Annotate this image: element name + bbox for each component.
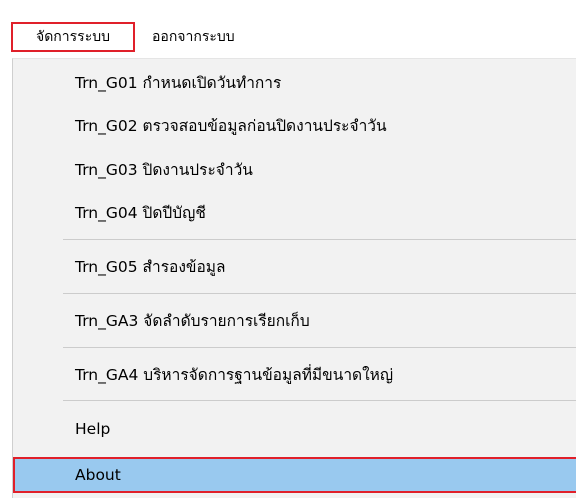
menu-item-help[interactable]: Help <box>13 411 576 447</box>
menu-item-trn-g05[interactable]: Trn_G05 สำรองข้อมูล <box>13 249 576 285</box>
menu-system-management[interactable]: จัดการระบบ <box>11 22 135 52</box>
menu-separator <box>63 400 576 401</box>
menu-separator <box>63 293 576 294</box>
menu-item-about[interactable]: About <box>13 457 576 493</box>
menu-bar: จัดการระบบ ออกจากระบบ <box>0 0 576 58</box>
menu-separator <box>63 239 576 240</box>
menu-item-trn-g02[interactable]: Trn_G02 ตรวจสอบข้อมูลก่อนปิดงานประจำวัน <box>13 108 576 144</box>
menu-item-trn-ga4[interactable]: Trn_GA4 บริหารจัดการฐานข้อมูลที่มีขนาดให… <box>13 357 576 393</box>
menu-item-trn-g01[interactable]: Trn_G01 กำหนดเปิดวันทำการ <box>13 65 576 101</box>
menu-item-trn-g04[interactable]: Trn_G04 ปิดปีบัญชี <box>13 195 576 231</box>
system-management-dropdown: Trn_G01 กำหนดเปิดวันทำการ Trn_G02 ตรวจสอ… <box>12 58 576 498</box>
menu-item-trn-ga3[interactable]: Trn_GA3 จัดลำดับรายการเรียกเก็บ <box>13 303 576 339</box>
menu-logout[interactable]: ออกจากระบบ <box>146 22 241 52</box>
menu-separator <box>63 347 576 348</box>
menu-item-trn-g03[interactable]: Trn_G03 ปิดงานประจำวัน <box>13 152 576 188</box>
